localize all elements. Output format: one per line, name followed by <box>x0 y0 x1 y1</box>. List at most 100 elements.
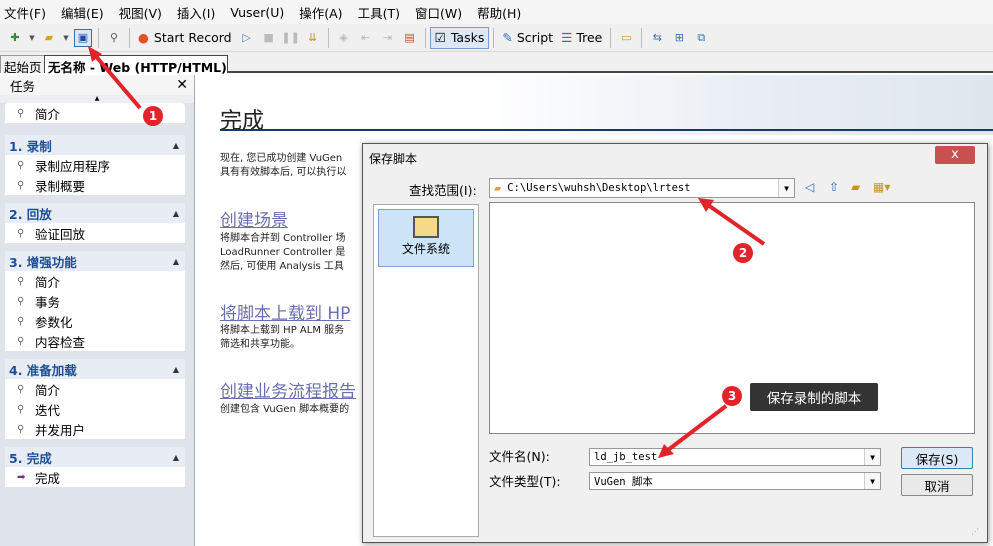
sidebar-item-load-intro[interactable]: ⚲ 简介 <box>5 379 185 399</box>
script-icon: ✎ <box>502 30 513 45</box>
collapse-icon[interactable]: ▲ <box>173 365 179 374</box>
dropdown-icon[interactable]: ▼ <box>62 29 70 47</box>
menu-help[interactable]: 帮助(H) <box>477 3 521 22</box>
group-replay: 2. 回放 ▲ ⚲ 验证回放 <box>5 203 185 243</box>
resize-grip-icon[interactable]: ⋰ <box>971 527 979 536</box>
text-line: 将脚本上载到 HP ALM 服务 <box>220 325 345 336</box>
collapse-icon[interactable]: ▲ <box>173 453 179 462</box>
snapshot-icon[interactable]: ▤ <box>401 29 419 47</box>
collapse-icon[interactable]: ▲ <box>173 209 179 218</box>
new-script-icon[interactable]: ✚ <box>6 29 24 47</box>
sidebar-item-transactions[interactable]: ⚲ 事务 <box>5 291 185 311</box>
pin-icon: ⚲ <box>17 403 25 415</box>
filename-field[interactable]: ld_jb_test ▼ <box>589 448 881 466</box>
menu-vuser[interactable]: Vuser(U) <box>230 5 284 20</box>
pin-icon: ⚲ <box>17 295 25 307</box>
pin-icon: ⚲ <box>17 383 25 395</box>
stop-icon[interactable]: ■ <box>260 29 278 47</box>
toolbar-separator <box>641 27 643 48</box>
windows-icon[interactable]: ⧉ <box>692 29 710 47</box>
group-header[interactable]: 3. 增强功能 ▲ <box>5 251 185 271</box>
back-icon[interactable]: ◁ <box>805 180 814 194</box>
collapse-icon[interactable]: ▲ <box>173 141 179 150</box>
close-icon[interactable]: ✕ <box>176 77 188 93</box>
toolbar-separator <box>327 27 329 48</box>
sidebar-item-content-check[interactable]: ⚲ 内容检查 <box>5 331 185 351</box>
pin-icon: ⚲ <box>17 159 25 171</box>
lookin-value: C:\Users\wuhsh\Desktop\lrtest <box>507 182 691 194</box>
pause-icon[interactable]: ❚❚ <box>281 29 299 47</box>
step-icon[interactable]: ⇊ <box>304 29 322 47</box>
sidebar-item-label: 内容检查 <box>35 334 86 350</box>
sidebar-item-label: 完成 <box>35 470 61 486</box>
filetype-select[interactable]: VuGen 脚本 ▼ <box>589 472 881 490</box>
script-button[interactable]: ✎ Script <box>498 27 557 49</box>
text-line: 现在, 您已成功创建 VuGen <box>220 153 343 164</box>
menubar: 文件(F) 编辑(E) 视图(V) 插入(I) Vuser(U) 操作(A) 工… <box>0 0 993 24</box>
sidebar-item-parameterize[interactable]: ⚲ 参数化 <box>5 311 185 331</box>
group-header[interactable]: 5. 完成 ▲ <box>5 447 185 467</box>
parameter-icon[interactable]: ⊞ <box>670 29 688 47</box>
menu-file[interactable]: 文件(F) <box>4 3 46 22</box>
menu-tools[interactable]: 工具(T) <box>358 3 400 22</box>
save-icon[interactable]: ▣ <box>74 28 92 47</box>
tasks-label: Tasks <box>450 30 485 45</box>
sidebar-item-label: 事务 <box>35 294 61 310</box>
toolbar-separator <box>424 27 426 48</box>
file-system-place[interactable]: 文件系统 <box>378 209 474 267</box>
find-icon[interactable]: ⚲ <box>105 29 123 47</box>
sidebar-item-label: 简介 <box>35 382 61 398</box>
sidebar-item-record-app[interactable]: ⚲ 录制应用程序 <box>5 155 185 175</box>
upload-to-alm-link[interactable]: 将脚本上载到 HP <box>220 299 350 324</box>
create-scenario-link[interactable]: 创建场景 <box>220 206 288 231</box>
new-folder-icon[interactable]: ▰ <box>851 180 860 194</box>
dropdown-icon[interactable]: ▼ <box>28 29 36 47</box>
dialog-title: 保存脚本 <box>369 152 418 166</box>
up-folder-icon[interactable]: ⇧ <box>829 180 839 194</box>
go-to-end-icon[interactable]: ⇥ <box>379 29 397 47</box>
text-line: 将脚本合并到 Controller 场 <box>220 233 346 244</box>
sidebar-item-record-summary[interactable]: ⚲ 录制概要 <box>5 175 185 195</box>
pin-icon: ⚲ <box>17 107 25 119</box>
group-title: 1. 录制 <box>9 138 52 154</box>
toolbar-separator <box>98 27 99 48</box>
open-folder-icon[interactable]: ▰ <box>40 29 58 47</box>
header-banner <box>196 75 993 135</box>
breakpoint-icon[interactable]: ◈ <box>335 29 353 47</box>
dropdown-arrow-icon[interactable]: ▼ <box>864 473 880 489</box>
tasks-button[interactable]: ☑ Tasks <box>429 26 490 49</box>
compare-icon[interactable]: ⇆ <box>648 29 666 47</box>
group-header[interactable]: 2. 回放 ▲ <box>5 203 185 223</box>
menu-actions[interactable]: 操作(A) <box>299 3 342 22</box>
dropdown-arrow-icon[interactable]: ▼ <box>778 179 794 197</box>
group-header[interactable]: 1. 录制 ▲ <box>5 135 185 155</box>
close-button[interactable]: x <box>935 146 975 164</box>
view-menu-icon[interactable]: ▦▾ <box>873 180 890 194</box>
group-header[interactable]: 4. 准备加载 ▲ <box>5 359 185 379</box>
tab-script[interactable]: 无名称 - Web (HTTP/HTML) <box>44 55 228 75</box>
menu-edit[interactable]: 编辑(E) <box>61 3 104 22</box>
menu-insert[interactable]: 插入(I) <box>177 3 215 22</box>
start-record-button[interactable]: ● Start Record <box>134 27 236 49</box>
sidebar-item-verify-replay[interactable]: ⚲ 验证回放 <box>5 223 185 243</box>
collapse-icon[interactable]: ▲ <box>173 257 179 266</box>
output-window-icon[interactable]: ▭ <box>617 29 635 47</box>
save-button[interactable]: 保存(S) <box>901 447 973 469</box>
collapse-handle[interactable]: ▲ <box>0 95 194 103</box>
dropdown-arrow-icon[interactable]: ▼ <box>864 449 880 465</box>
menu-window[interactable]: 窗口(W) <box>415 3 462 22</box>
lookin-combo[interactable]: ▰ C:\Users\wuhsh\Desktop\lrtest ▼ <box>489 178 795 198</box>
play-icon[interactable]: ▷ <box>238 29 256 47</box>
menu-view[interactable]: 视图(V) <box>119 3 162 22</box>
go-to-start-icon[interactable]: ⇤ <box>357 29 375 47</box>
business-process-report-link[interactable]: 创建业务流程报告 <box>220 377 356 402</box>
filetype-label: 文件类型(T): <box>489 474 561 489</box>
tab-start-page[interactable]: 起始页 <box>0 55 46 75</box>
sidebar-item-label: 简介 <box>35 106 61 122</box>
sidebar-item-finish[interactable]: ➡ 完成 <box>5 467 185 487</box>
sidebar-item-iterations[interactable]: ⚲ 迭代 <box>5 399 185 419</box>
tree-button[interactable]: ☰ Tree <box>557 27 606 49</box>
cancel-button[interactable]: 取消 <box>901 474 973 496</box>
sidebar-item-concurrent-users[interactable]: ⚲ 并发用户 <box>5 419 185 439</box>
sidebar-item-enhance-intro[interactable]: ⚲ 简介 <box>5 271 185 291</box>
